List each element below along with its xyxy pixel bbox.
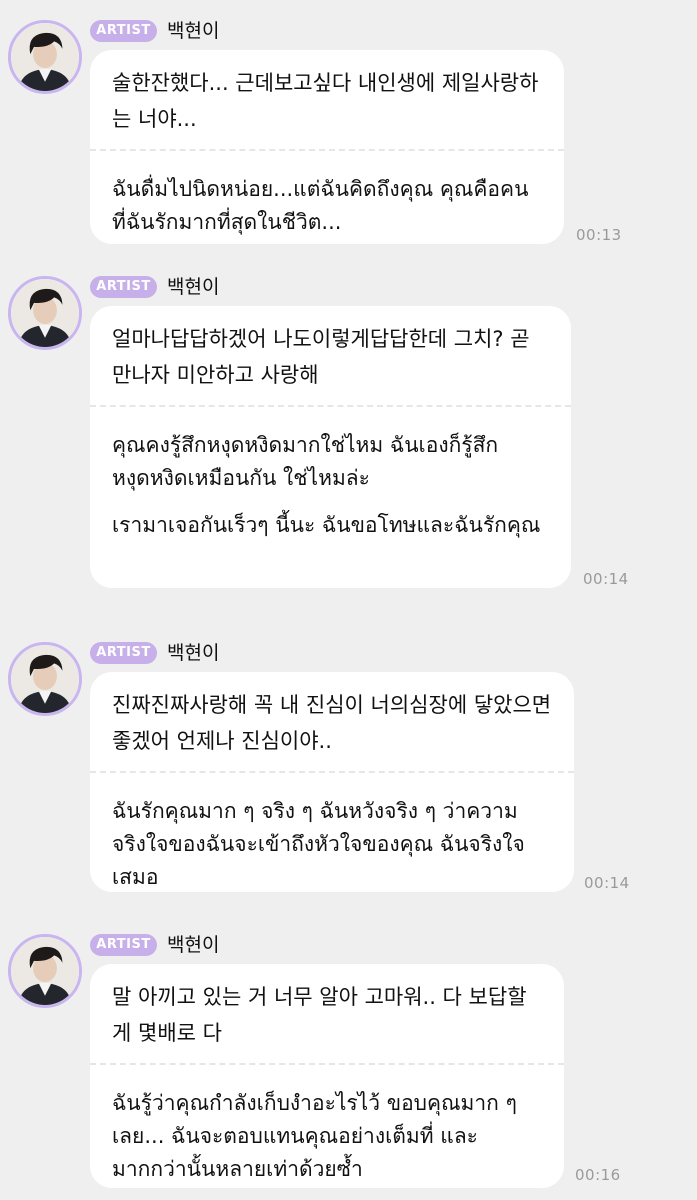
artist-badge: ARTIST [90,934,157,956]
timestamp: 00:13 [576,226,622,244]
message-bubble: 술한잔했다... 근데보고싶다 내인생에 제일사랑하는 너야... ฉันดื่… [90,50,564,244]
thai-translation: ฉันดื่มไปนิดหน่อย...แต่ฉันคิดถึงคุณ คุณค… [112,177,529,234]
timestamp: 00:14 [583,570,629,588]
profile-photo-icon [11,645,79,713]
avatar[interactable] [8,20,82,94]
profile-photo-icon [11,937,79,1005]
thai-translation: ฉันรู้ว่าคุณกำลังเก็บงำอะไรไว้ ขอบคุณมาก… [112,1091,517,1181]
chat-thread: ARTIST 백현이 술한잔했다... 근데보고싶다 내인생에 제일사랑하는 너… [0,0,697,1200]
thai-translation: คุณคงรู้สึกหงุดหงิดมากใช่ไหม ฉันเองก็รู้… [112,433,499,490]
avatar[interactable] [8,934,82,1008]
message-bubble: 얼마나답답하겠어 나도이렇게답답한데 그치? 곧 만나자 미안하고 사랑해 คุ… [90,306,571,588]
korean-text: 진짜진짜사랑해 꼭 내 진심이 너의심장에 닿았으면 좋겠어 언제나 진심이야.… [112,693,552,753]
sender-name[interactable]: 백현이 [167,18,219,44]
timestamp: 00:16 [575,1166,621,1184]
timestamp: 00:14 [584,874,630,892]
sender-name[interactable]: 백현이 [167,932,219,958]
profile-photo-icon [11,279,79,347]
korean-text: 술한잔했다... 근데보고싶다 내인생에 제일사랑하는 너야... [112,71,539,131]
profile-photo-icon [11,23,79,91]
sender-name[interactable]: 백현이 [167,640,219,666]
artist-badge: ARTIST [90,20,157,42]
thai-translation: เรามาเจอกันเร็วๆ นี้นะ ฉันขอโทษและฉันรัก… [112,513,541,537]
thai-translation: ฉันรักคุณมาก ๆ จริง ๆ ฉันหวังจริง ๆ ว่าค… [112,799,525,889]
message-bubble: 진짜진짜사랑해 꼭 내 진심이 너의심장에 닿았으면 좋겠어 언제나 진심이야.… [90,672,574,892]
sender-name[interactable]: 백현이 [167,274,219,300]
artist-badge: ARTIST [90,642,157,664]
avatar[interactable] [8,642,82,716]
artist-badge: ARTIST [90,276,157,298]
korean-text: 얼마나답답하겠어 나도이렇게답답한데 그치? 곧 만나자 미안하고 사랑해 [112,327,530,387]
korean-text: 말 아끼고 있는 거 너무 알아 고마워.. 다 보답할게 몇배로 다 [112,985,527,1045]
avatar[interactable] [8,276,82,350]
message-bubble: 말 아끼고 있는 거 너무 알아 고마워.. 다 보답할게 몇배로 다 ฉันร… [90,964,564,1188]
